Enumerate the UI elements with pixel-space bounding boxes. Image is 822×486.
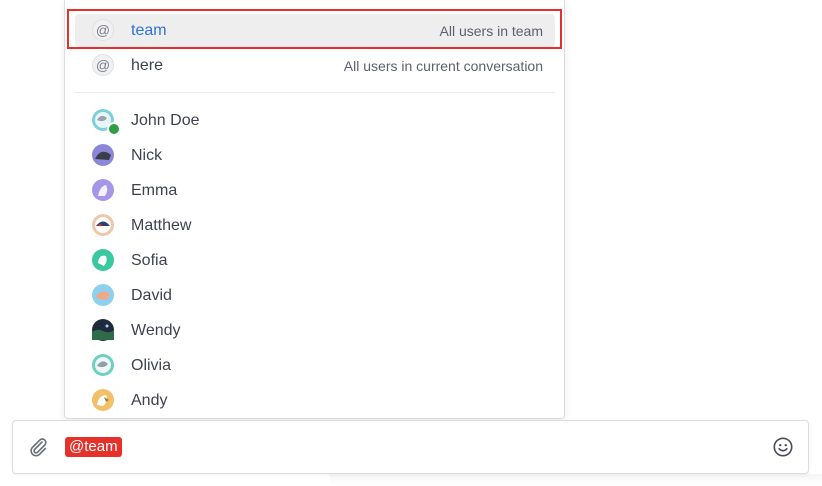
user-name: John Doe (131, 112, 200, 129)
user-name: Olivia (131, 357, 172, 374)
online-status-dot (107, 122, 121, 136)
composer-shadow (330, 474, 822, 486)
user-option-emma[interactable]: Emma (75, 173, 555, 208)
avatar-andy-icon (92, 389, 114, 411)
mention-option-description: All users in team (439, 23, 543, 39)
user-option-sofia[interactable]: Sofia (75, 243, 555, 278)
mention-option-here[interactable]: @ here All users in current conversation (75, 49, 555, 82)
mention-option-team[interactable]: @ team All users in team (75, 14, 555, 47)
user-option-matthew[interactable]: Matthew (75, 208, 555, 243)
smiley-icon[interactable] (772, 436, 794, 458)
user-name: Matthew (131, 217, 192, 234)
message-composer[interactable]: @team (12, 420, 809, 474)
avatar-emma-icon (92, 179, 114, 201)
avatar-olivia-icon (92, 354, 114, 376)
user-name: Emma (131, 182, 178, 199)
user-option-john-doe[interactable]: John Doe (75, 103, 555, 138)
at-sign-icon: @ (92, 54, 114, 76)
avatar-matthew-icon (92, 214, 114, 236)
user-option-wendy[interactable]: Wendy (75, 313, 555, 348)
user-option-david[interactable]: David (75, 278, 555, 313)
mention-suggestions-popup: @ team All users in team @ here All user… (64, 0, 565, 419)
user-option-olivia[interactable]: Olivia (75, 348, 555, 383)
paperclip-icon[interactable] (27, 436, 49, 458)
mention-option-name: here (131, 57, 164, 74)
avatar-sofia-icon (92, 249, 114, 271)
section-divider (75, 92, 555, 93)
user-name: David (131, 287, 172, 304)
user-name: Andy (131, 392, 168, 409)
avatar-john-doe-icon (92, 109, 121, 136)
avatar-wendy-icon (92, 319, 114, 341)
mention-chip[interactable]: @team (65, 437, 122, 457)
avatar-nick-icon (92, 144, 114, 166)
mention-option-description: All users in current conversation (343, 58, 543, 74)
user-name: Sofia (131, 252, 168, 269)
at-sign-icon: @ (92, 19, 114, 41)
user-name: Wendy (131, 322, 181, 339)
user-option-andy[interactable]: Andy (75, 383, 555, 418)
user-name: Nick (131, 147, 163, 164)
user-option-nick[interactable]: Nick (75, 138, 555, 173)
mention-option-name: team (131, 22, 167, 39)
avatar-david-icon (92, 284, 114, 306)
